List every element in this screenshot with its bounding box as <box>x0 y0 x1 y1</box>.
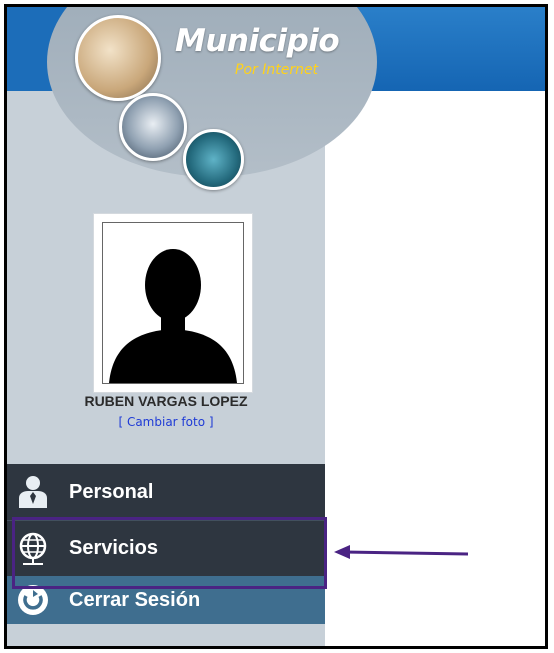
person-silhouette-icon <box>109 249 237 383</box>
avatar <box>102 222 244 384</box>
globe-icon <box>19 532 47 565</box>
menu-item-label: Cerrar Sesión <box>69 588 201 611</box>
user-name: RUBEN VARGAS LOPEZ <box>84 393 248 409</box>
menu-item-label: Servicios <box>69 537 158 559</box>
brand-subtitle: Por Internet <box>235 62 319 78</box>
logo-photo-documents-icon <box>75 15 161 101</box>
menu-item-label: Personal <box>69 480 154 503</box>
logo-photo-calculator-icon <box>119 93 187 161</box>
logo-photo-keyboard-icon <box>183 129 244 190</box>
menu-item-cerrar-sesion[interactable]: Cerrar Sesión <box>7 576 325 624</box>
profile-photo-frame <box>93 213 253 393</box>
users-icon <box>19 476 47 508</box>
annotation-arrow-icon <box>334 545 469 559</box>
sidebar: Municipio Por Internet RUBEN VARGAS LOPE… <box>7 7 377 646</box>
power-icon <box>18 585 48 615</box>
logo-area: Municipio Por Internet <box>7 7 377 190</box>
app-window: Municipio Por Internet RUBEN VARGAS LOPE… <box>4 4 548 649</box>
menu-item-personal[interactable]: Personal <box>7 464 325 520</box>
change-photo-link[interactable]: [ Cambiar foto ] <box>7 415 325 429</box>
menu-item-servicios[interactable]: Servicios <box>7 520 325 576</box>
brand-title: Municipio <box>175 23 340 59</box>
